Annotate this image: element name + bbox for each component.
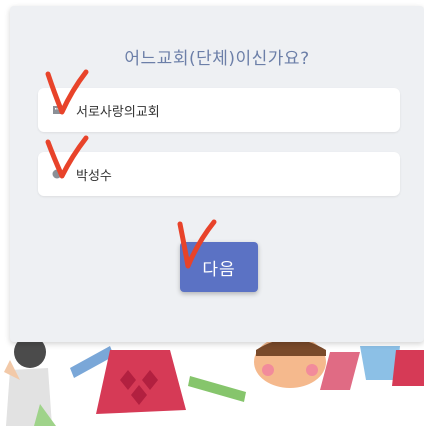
church-value: 서로사랑의교회 <box>76 104 160 120</box>
page-title: 어느교회(단체)이신가요? <box>124 49 310 69</box>
building-icon <box>52 105 62 115</box>
church-field[interactable]: 서로사랑의교회 <box>38 88 400 132</box>
name-field[interactable]: 박성수 <box>38 152 400 196</box>
next-button[interactable]: 다음 <box>180 242 258 292</box>
user-icon <box>52 169 62 179</box>
name-value: 박성수 <box>76 168 112 184</box>
login-card: 어느교회(단체)이신가요? 서로사랑의교회 박성수 다음 <box>10 6 424 342</box>
